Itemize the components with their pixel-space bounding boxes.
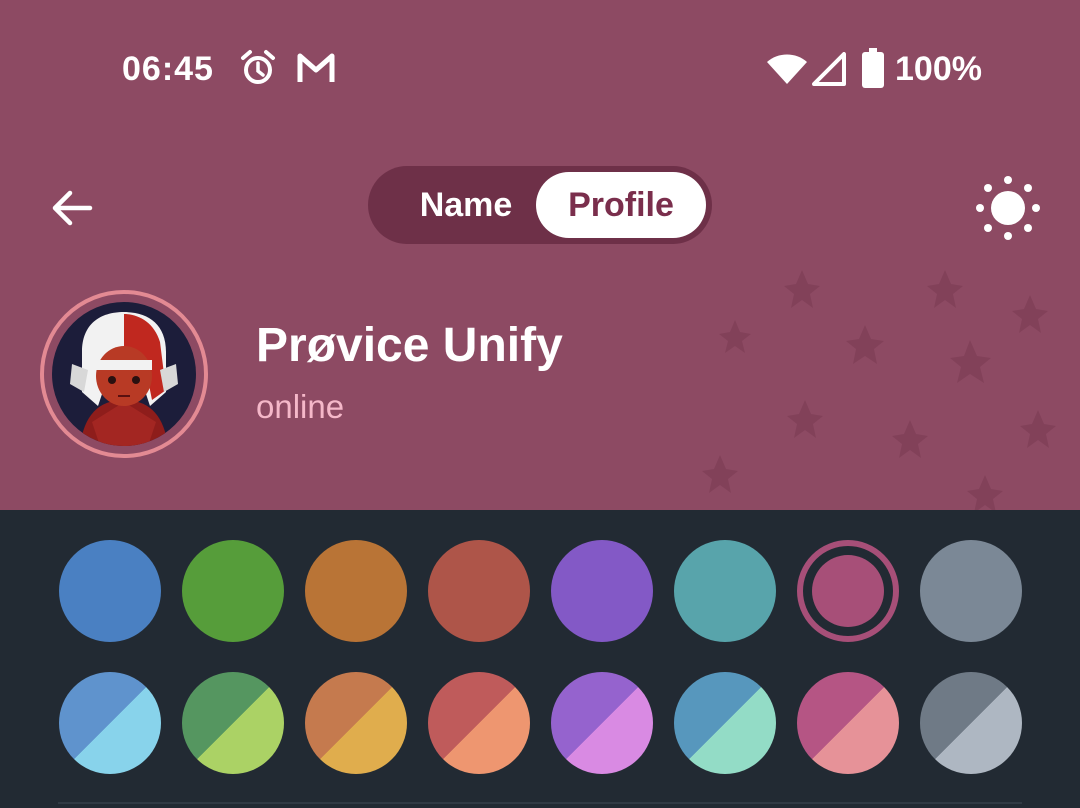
name-profile-toggle: Name Profile — [368, 166, 712, 244]
battery-percentage: 100% — [895, 50, 982, 88]
back-arrow-icon[interactable] — [48, 184, 96, 232]
tab-name[interactable]: Name — [386, 172, 546, 238]
divider — [58, 802, 1022, 804]
wallpaper-pattern — [702, 270, 1056, 510]
cellular-signal-icon — [812, 52, 846, 86]
color-swatch-solid[interactable] — [797, 540, 899, 642]
color-swatch-solid[interactable] — [674, 540, 776, 642]
color-swatch-gradient[interactable] — [551, 672, 653, 774]
color-swatch-solid[interactable] — [920, 540, 1022, 642]
wifi-icon — [767, 54, 807, 84]
color-swatch-solid[interactable] — [59, 540, 161, 642]
color-swatch-gradient[interactable] — [182, 672, 284, 774]
status-time: 06:45 — [122, 50, 214, 88]
color-swatch-gradient[interactable] — [59, 672, 161, 774]
theme-toggle-sun-icon[interactable] — [972, 172, 1044, 244]
color-swatch-solid[interactable] — [182, 540, 284, 642]
selected-swatch-fill — [812, 555, 884, 627]
avatar[interactable] — [52, 302, 196, 446]
battery-icon — [862, 48, 884, 88]
status-bar: 06:45 100% — [0, 44, 1080, 92]
profile-status: online — [256, 388, 345, 425]
color-swatch-solid[interactable] — [305, 540, 407, 642]
color-swatch-gradient[interactable] — [305, 672, 407, 774]
color-swatch-solid[interactable] — [428, 540, 530, 642]
color-swatch-gradient[interactable] — [428, 672, 530, 774]
tab-profile[interactable]: Profile — [536, 172, 706, 238]
color-swatch-gradient[interactable] — [797, 672, 899, 774]
profile-name: Prøvice Unify — [256, 319, 563, 372]
color-swatch-solid[interactable] — [551, 540, 653, 642]
alarm-icon — [241, 50, 275, 84]
gmail-icon — [297, 53, 335, 82]
profile-header: 06:45 100% Name Profile Prøvice Unify on… — [0, 0, 1080, 510]
color-swatch-gradient[interactable] — [920, 672, 1022, 774]
color-swatch-gradient[interactable] — [674, 672, 776, 774]
color-picker — [0, 510, 1080, 808]
